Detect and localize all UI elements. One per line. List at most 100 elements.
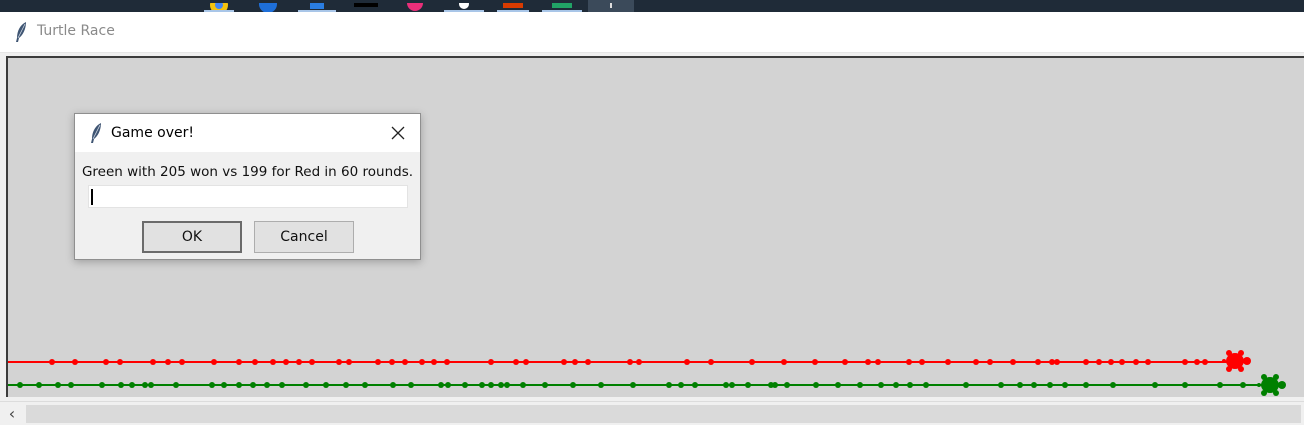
green-step-dot <box>408 382 414 388</box>
red-step-dot <box>150 359 156 365</box>
green-step-dot <box>772 382 778 388</box>
scroll-thumb[interactable] <box>26 405 1301 423</box>
window-title: Turtle Race <box>37 23 115 39</box>
red-step-dot <box>708 359 714 365</box>
green-step-dot <box>1047 382 1053 388</box>
green-step-dot <box>445 382 451 388</box>
green-step-dot <box>129 382 135 388</box>
green-step-dot <box>1083 382 1089 388</box>
red-step-dot <box>987 359 993 365</box>
green-turtle-icon <box>1257 374 1286 396</box>
app-taskbar-icon[interactable] <box>404 0 426 12</box>
red-step-dot <box>72 359 78 365</box>
game-over-dialog: Game over! Green with 205 won vs 199 for… <box>74 113 421 260</box>
green-step-dot <box>923 382 929 388</box>
chrome-taskbar-icon[interactable] <box>204 0 234 14</box>
green-step-dot <box>142 382 148 388</box>
green-step-dot <box>1217 382 1223 388</box>
green-step-dot <box>570 382 576 388</box>
dialog-text-input[interactable] <box>88 185 408 208</box>
red-step-dot <box>270 359 276 365</box>
red-step-dot <box>1108 359 1114 365</box>
red-step-dot <box>309 359 315 365</box>
green-step-dot <box>1017 382 1023 388</box>
red-step-dot <box>103 359 109 365</box>
red-step-dot <box>781 359 787 365</box>
green-step-dot <box>1182 382 1188 388</box>
red-step-dot <box>211 359 217 365</box>
dialog-message: Green with 205 won vs 199 for Red in 60 … <box>81 164 414 180</box>
window-titlebar: Turtle Race <box>0 12 1304 53</box>
close-icon[interactable] <box>386 122 410 144</box>
green-step-dot <box>148 382 154 388</box>
red-step-dot <box>627 359 633 365</box>
green-step-dot <box>963 382 969 388</box>
green-step-dot <box>36 382 42 388</box>
green-step-dot <box>504 382 510 388</box>
red-turtle-icon <box>1222 350 1251 372</box>
green-step-dot <box>173 382 179 388</box>
green-step-dot <box>598 382 604 388</box>
red-step-dot <box>488 359 494 365</box>
green-step-dot <box>488 382 494 388</box>
horizontal-scrollbar[interactable]: ‹ <box>0 401 1304 425</box>
green-step-dot <box>303 382 309 388</box>
dialog-title: Game over! <box>111 125 194 141</box>
red-step-dot <box>636 359 642 365</box>
red-step-dot <box>1096 359 1102 365</box>
tk-taskbar-icon[interactable] <box>588 0 634 12</box>
ok-button[interactable]: OK <box>142 221 242 253</box>
cancel-button[interactable]: Cancel <box>254 221 354 253</box>
red-step-dot <box>1035 359 1041 365</box>
green-step-dot <box>745 382 751 388</box>
scroll-left-icon[interactable]: ‹ <box>3 405 21 423</box>
green-step-dot <box>279 382 285 388</box>
red-step-dot <box>1194 359 1200 365</box>
green-step-dot <box>1152 382 1158 388</box>
green-step-dot <box>323 382 329 388</box>
feather-icon <box>89 122 103 144</box>
terminal-taskbar-icon[interactable] <box>354 0 378 12</box>
green-step-dot <box>462 382 468 388</box>
sheets-taskbar-icon[interactable] <box>542 0 582 12</box>
green-step-dot <box>678 382 684 388</box>
green-step-dot <box>893 382 899 388</box>
green-step-dot <box>236 382 242 388</box>
red-step-dot <box>336 359 342 365</box>
green-step-dot <box>520 382 526 388</box>
os-taskbar <box>0 0 1304 14</box>
green-step-dot <box>666 382 672 388</box>
red-step-dot <box>561 359 567 365</box>
green-step-dot <box>729 382 735 388</box>
text-caret <box>91 189 93 205</box>
green-step-dot <box>390 382 396 388</box>
green-step-dot <box>1062 382 1068 388</box>
green-step-dot <box>438 382 444 388</box>
red-step-dot <box>749 359 755 365</box>
green-step-dot <box>17 382 23 388</box>
green-step-dot <box>118 382 124 388</box>
green-step-dot <box>221 382 227 388</box>
red-step-dot <box>865 359 871 365</box>
red-step-dot <box>842 359 848 365</box>
red-step-dot <box>296 359 302 365</box>
red-step-dot <box>49 359 55 365</box>
green-step-dot <box>264 382 270 388</box>
office-taskbar-icon[interactable] <box>497 0 529 12</box>
red-step-dot <box>419 359 425 365</box>
red-step-dot <box>283 359 289 365</box>
red-step-dot <box>875 359 881 365</box>
red-step-dot <box>1119 359 1125 365</box>
python-taskbar-icon[interactable] <box>444 0 484 12</box>
red-step-dot <box>1182 359 1188 365</box>
red-step-dot <box>906 359 912 365</box>
red-step-dot <box>572 359 578 365</box>
red-step-dot <box>402 359 408 365</box>
red-step-dot <box>812 359 818 365</box>
green-step-dot <box>630 382 636 388</box>
browser-taskbar-icon[interactable] <box>256 0 280 13</box>
red-step-dot <box>973 359 979 365</box>
green-step-dot <box>784 382 790 388</box>
red-step-dot <box>945 359 951 365</box>
vscode-taskbar-icon[interactable] <box>298 0 336 12</box>
